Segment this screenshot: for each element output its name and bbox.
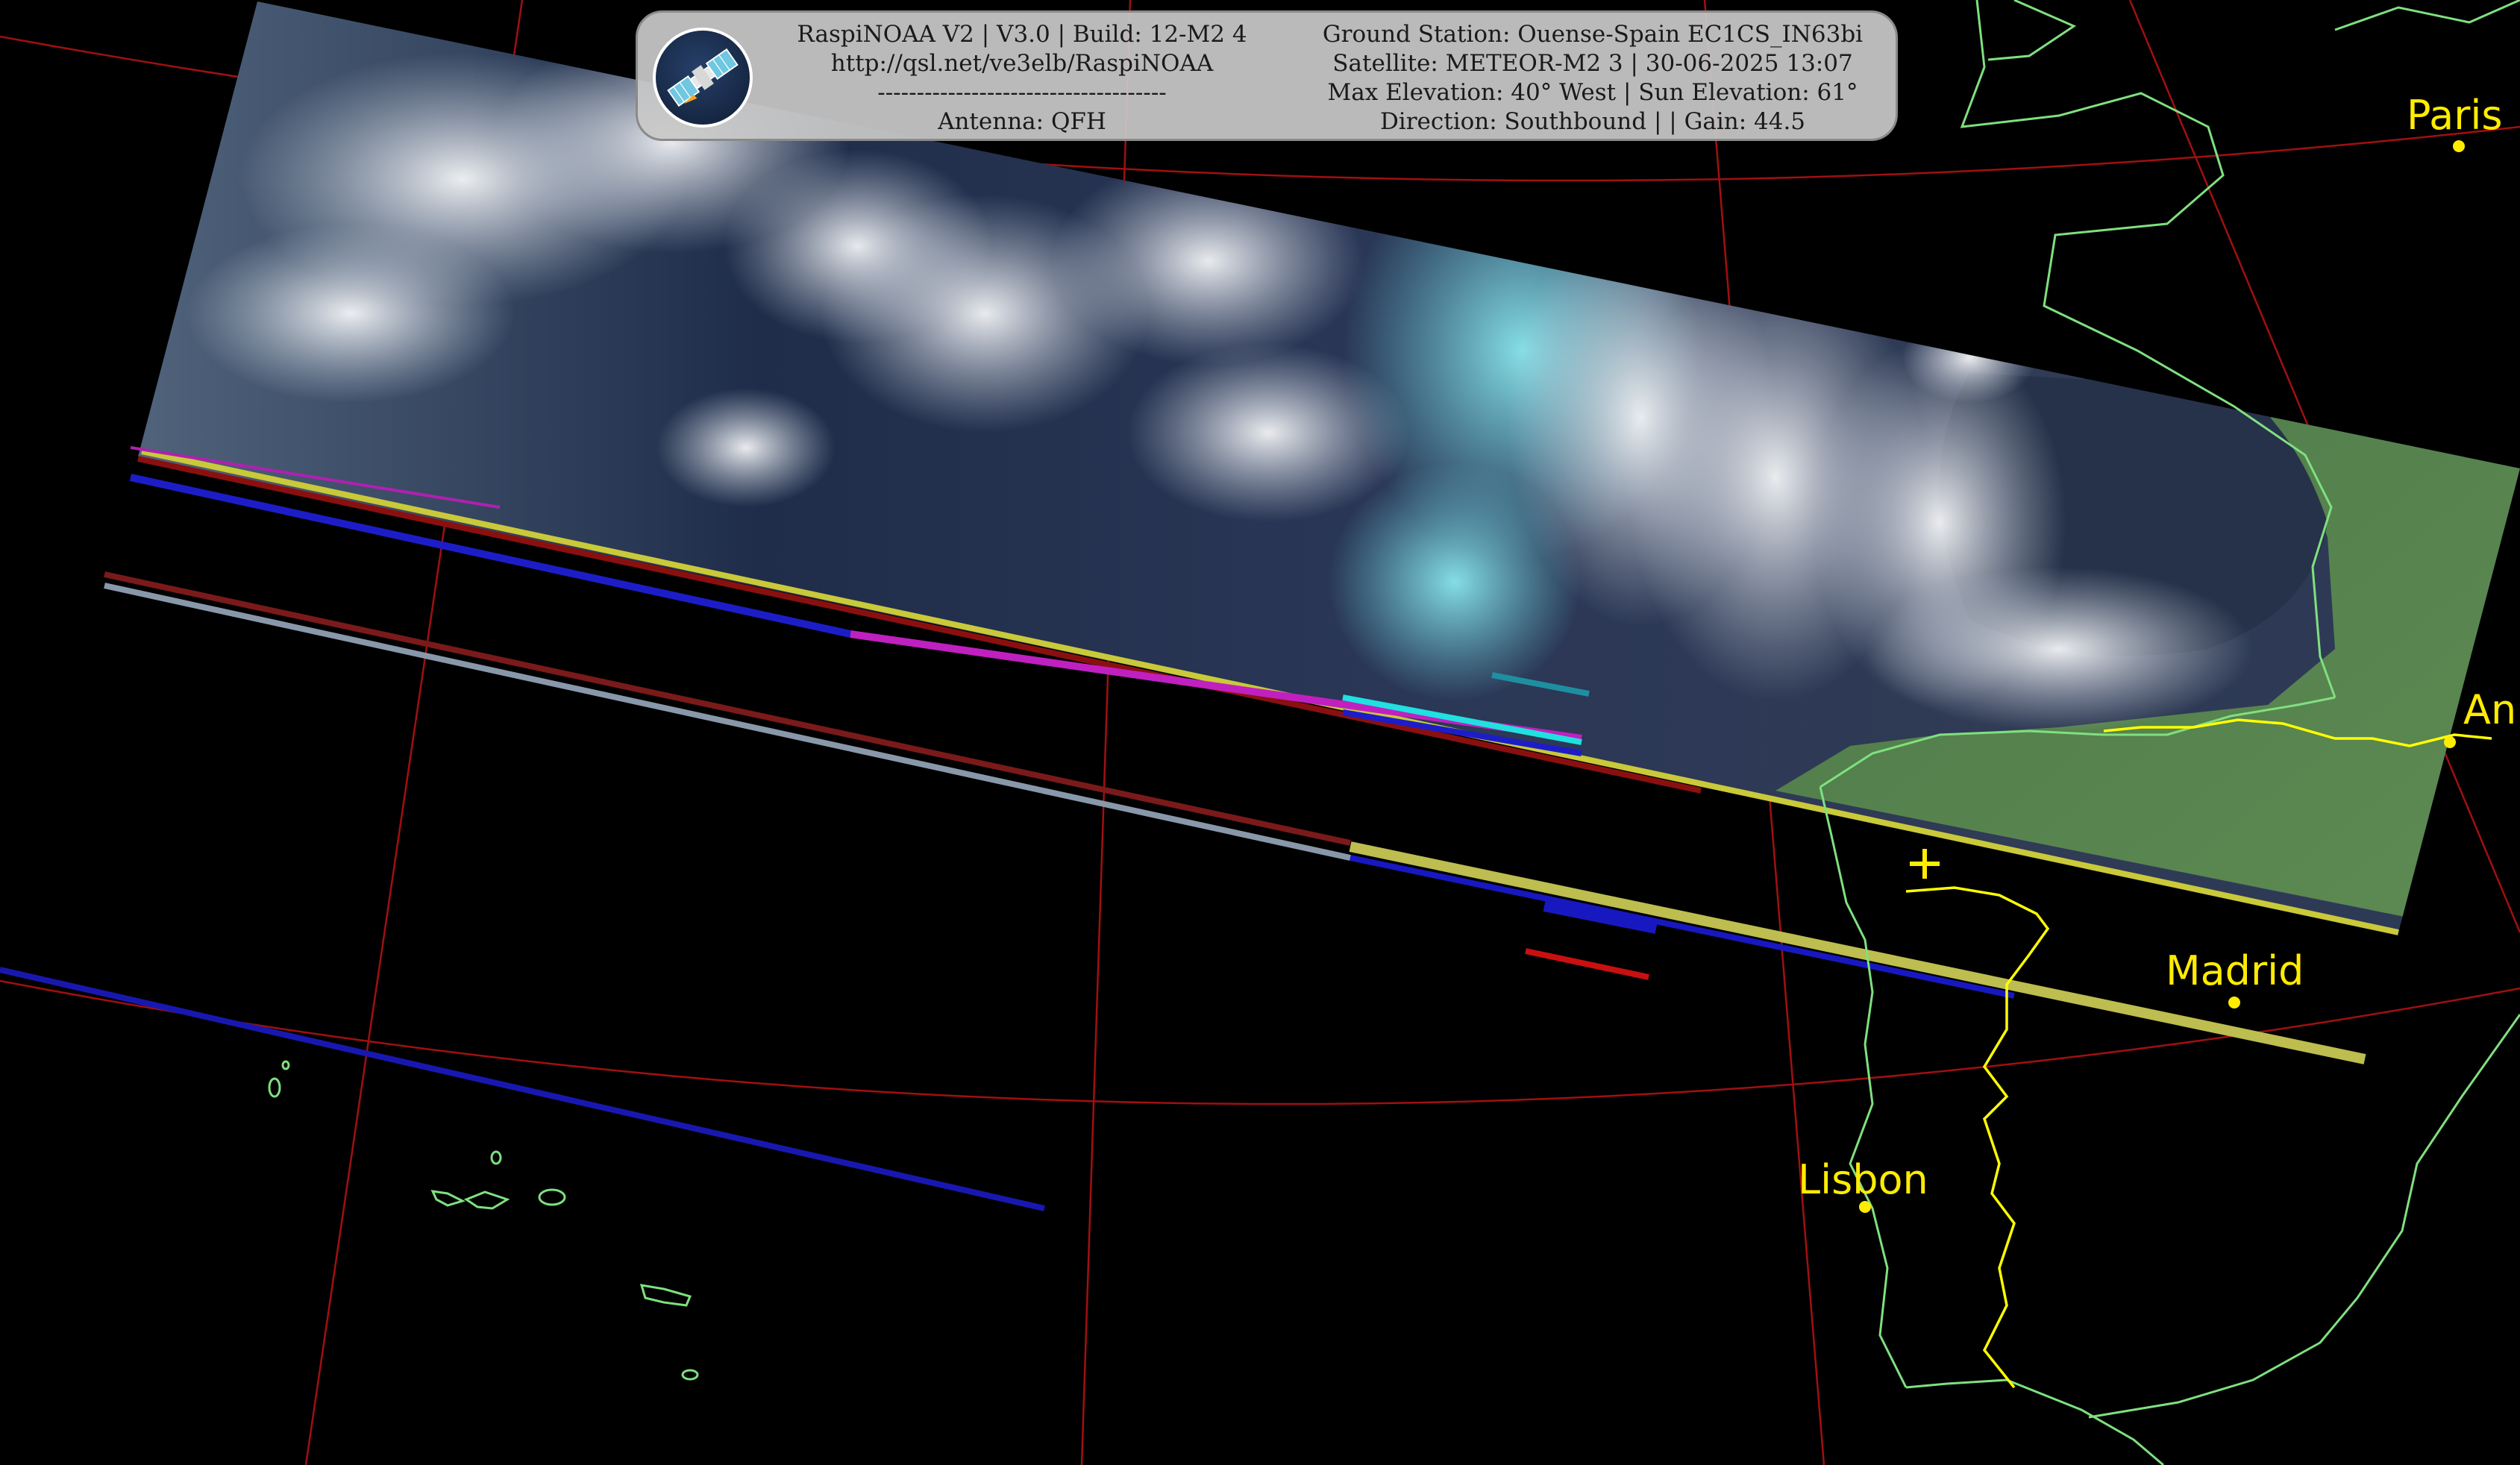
city-dot xyxy=(2228,997,2240,1008)
graticule-line xyxy=(0,979,2520,1105)
city-label: Lisbon xyxy=(1798,1156,1928,1203)
city-dot xyxy=(2453,140,2465,152)
city-label: Madrid xyxy=(2166,947,2304,994)
software-info: RaspiNOAA V2 | V3.0 | Build: 12-M2 4 htt… xyxy=(765,20,1279,137)
satellite-map: Paris Madrid Lisbon An RaspiNOAA V2 | V3… xyxy=(0,0,2520,1465)
satellite-icon xyxy=(653,28,753,128)
elevation-info: Max Elevation: 40° West | Sun Elevation:… xyxy=(1327,79,1858,106)
software-url: http://qsl.net/ve3elb/RaspiNOAA xyxy=(830,50,1214,77)
pass-details: Ground Station: Ouense-Spain EC1CS_IN63b… xyxy=(1294,20,1891,137)
separator-line: ------------------------------------- xyxy=(877,79,1167,106)
direction-gain: Direction: Southbound | | Gain: 44.5 xyxy=(1379,108,1806,135)
city-dot xyxy=(2444,736,2456,748)
antenna-info: Antenna: QFH xyxy=(938,108,1106,135)
satellite-info: Satellite: METEOR-M2 3 | 30-06-2025 13:0… xyxy=(1332,50,1853,77)
software-version: RaspiNOAA V2 | V3.0 | Build: 12-M2 4 xyxy=(797,21,1247,48)
city-paris: Paris xyxy=(2407,92,2503,152)
ground-station: Ground Station: Ouense-Spain EC1CS_IN63b… xyxy=(1322,21,1864,48)
city-madrid: Madrid xyxy=(2166,947,2304,1008)
plus-icon xyxy=(1910,849,1940,879)
city-lisbon: Lisbon xyxy=(1798,1156,1928,1213)
city-label: Paris xyxy=(2407,92,2503,139)
pass-info-panel: RaspiNOAA V2 | V3.0 | Build: 12-M2 4 htt… xyxy=(636,10,1898,141)
map-canvas: Paris Madrid Lisbon An xyxy=(0,0,2520,1465)
city-label: An xyxy=(2463,686,2516,733)
